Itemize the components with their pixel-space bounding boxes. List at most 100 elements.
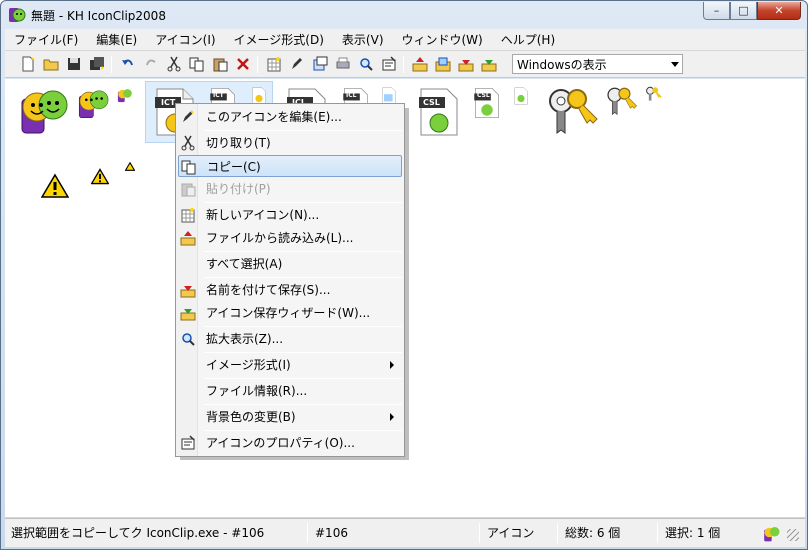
ctx-image-format[interactable]: イメージ形式(I) bbox=[178, 354, 402, 376]
menu-file[interactable]: ファイル(F) bbox=[5, 31, 87, 48]
pencil-icon bbox=[183, 110, 194, 122]
submenu-arrow-icon bbox=[390, 361, 394, 369]
menu-window[interactable]: ウィンドウ(W) bbox=[393, 31, 492, 48]
ctx-save-wizard[interactable]: アイコン保存ウィザード(W)... bbox=[178, 302, 402, 324]
print-button[interactable] bbox=[334, 55, 352, 73]
menu-separator bbox=[204, 326, 402, 327]
edit-button[interactable] bbox=[288, 55, 306, 73]
load-from-file-button[interactable] bbox=[411, 55, 429, 73]
csl-file-icon-small[interactable] bbox=[513, 87, 529, 105]
title-bar[interactable]: 無題 - KH IconClip2008 – □ ✕ bbox=[1, 1, 807, 29]
save-wizard-icon bbox=[481, 60, 497, 72]
save-as-icon bbox=[180, 286, 196, 298]
view-mode-select[interactable]: Windowsの表示 bbox=[512, 54, 683, 74]
load-from-file-icon bbox=[180, 231, 196, 246]
smiley-icon-large[interactable] bbox=[19, 85, 71, 135]
undo-button[interactable] bbox=[119, 55, 137, 73]
open-file-button[interactable] bbox=[42, 55, 60, 73]
properties-icon bbox=[382, 56, 396, 71]
close-button[interactable]: ✕ bbox=[757, 2, 801, 20]
status-divider bbox=[657, 523, 658, 543]
ctx-label: 名前を付けて保存(S)... bbox=[206, 283, 331, 297]
toolbar-separator bbox=[403, 56, 404, 73]
warning-icon-large[interactable] bbox=[41, 173, 69, 199]
save-button[interactable] bbox=[65, 55, 83, 73]
ctx-zoom[interactable]: 拡大表示(Z)... bbox=[178, 328, 402, 350]
window-convert-icon bbox=[313, 56, 328, 71]
ctx-copy[interactable]: コピー(C) bbox=[178, 155, 402, 177]
status-message: 選択範囲をコピーしてク IconClip.exe - #106 bbox=[11, 526, 265, 540]
chevron-down-icon bbox=[671, 62, 679, 67]
status-divider bbox=[307, 523, 308, 543]
ctx-cut[interactable]: 切り取り(T) bbox=[178, 132, 402, 154]
menu-separator bbox=[204, 378, 402, 379]
ict-label-medium: ICT bbox=[213, 92, 224, 99]
smiley-icon-medium[interactable] bbox=[77, 87, 111, 119]
copy-button[interactable] bbox=[188, 55, 206, 73]
menu-image-format[interactable]: イメージ形式(D) bbox=[225, 31, 333, 48]
convert-button[interactable] bbox=[311, 55, 329, 73]
ctx-label: 拡大表示(Z)... bbox=[206, 332, 284, 346]
ctx-select-all[interactable]: すべて選択(A) bbox=[178, 253, 402, 275]
pencil-icon bbox=[292, 58, 302, 69]
redo-button[interactable] bbox=[142, 55, 160, 73]
toolbar-separator bbox=[257, 56, 258, 73]
menu-help[interactable]: ヘルプ(H) bbox=[492, 31, 564, 48]
ctx-properties[interactable]: アイコンのプロパティ(O)... bbox=[178, 432, 402, 454]
copy-icon bbox=[181, 160, 196, 175]
load-from-file-icon bbox=[412, 57, 428, 72]
status-bar: 選択範囲をコピーしてク IconClip.exe - #106 #106 アイコ… bbox=[5, 518, 805, 547]
menu-separator bbox=[204, 130, 402, 131]
properties-button[interactable] bbox=[380, 55, 398, 73]
menu-icon[interactable]: アイコン(I) bbox=[146, 31, 224, 48]
keys-icon-small[interactable] bbox=[645, 85, 663, 103]
smiley-icon-small[interactable] bbox=[117, 87, 133, 103]
status-total: 総数: 6 個 bbox=[565, 526, 621, 540]
save-as-button[interactable] bbox=[457, 55, 475, 73]
toolbar: Windowsの表示 bbox=[5, 51, 805, 78]
caption-buttons: – □ ✕ bbox=[703, 2, 801, 20]
save-wizard-button[interactable] bbox=[480, 55, 498, 73]
new-file-button[interactable] bbox=[19, 55, 37, 73]
save-disk-icon bbox=[68, 58, 80, 70]
view-mode-value: Windowsの表示 bbox=[517, 58, 607, 72]
zoom-button[interactable] bbox=[357, 55, 375, 73]
toolbar-separator bbox=[111, 56, 112, 73]
ctx-load-from-file[interactable]: ファイルから読み込み(L)... bbox=[178, 227, 402, 249]
paste-button[interactable] bbox=[211, 55, 229, 73]
status-type: アイコン bbox=[487, 526, 535, 540]
menu-separator bbox=[204, 404, 402, 405]
printer-icon bbox=[336, 57, 350, 69]
image-button[interactable] bbox=[434, 55, 452, 73]
ctx-save-as[interactable]: 名前を付けて保存(S)... bbox=[178, 279, 402, 301]
maximize-button[interactable]: □ bbox=[730, 2, 757, 20]
new-icon-grid-icon bbox=[181, 208, 195, 223]
new-icon-button[interactable] bbox=[265, 55, 283, 73]
save-all-button[interactable] bbox=[88, 55, 106, 73]
ctx-file-info[interactable]: ファイル情報(R)... bbox=[178, 380, 402, 402]
scissors-icon bbox=[181, 135, 195, 151]
properties-icon bbox=[181, 435, 195, 450]
save-wizard-icon bbox=[180, 309, 196, 321]
menu-edit[interactable]: 編集(E) bbox=[87, 31, 146, 48]
ctx-new-icon[interactable]: 新しいアイコン(N)... bbox=[178, 204, 402, 226]
ctx-bg-color[interactable]: 背景色の変更(B) bbox=[178, 406, 402, 428]
menu-view[interactable]: 表示(V) bbox=[333, 31, 393, 48]
new-file-icon bbox=[22, 56, 35, 72]
keys-icon-large[interactable] bbox=[545, 85, 601, 137]
resize-grip[interactable] bbox=[787, 529, 799, 541]
minimize-button[interactable]: – bbox=[703, 2, 730, 20]
ctx-paste[interactable]: 貼り付け(P) bbox=[178, 178, 402, 200]
keys-icon-medium[interactable] bbox=[605, 85, 639, 117]
csl-file-icon-large[interactable] bbox=[417, 87, 461, 137]
ctx-label: このアイコンを編集(E)... bbox=[206, 110, 342, 124]
ctx-label: アイコン保存ウィザード(W)... bbox=[206, 306, 371, 320]
ctx-edit-icon[interactable]: このアイコンを編集(E)... bbox=[178, 106, 402, 128]
delete-button[interactable] bbox=[234, 55, 252, 73]
csl-label-medium: CSL bbox=[477, 92, 490, 99]
undo-icon bbox=[122, 59, 133, 66]
ctx-label: すべて選択(A) bbox=[206, 257, 283, 271]
cut-button[interactable] bbox=[165, 55, 183, 73]
warning-icon-small[interactable] bbox=[125, 162, 135, 171]
warning-icon-medium[interactable] bbox=[91, 168, 109, 185]
